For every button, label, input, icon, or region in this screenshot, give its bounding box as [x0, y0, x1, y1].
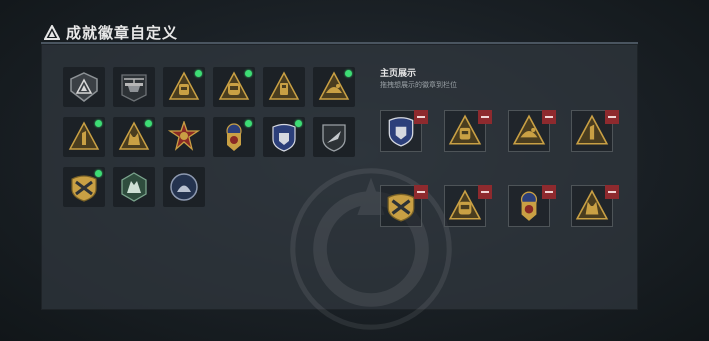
display-section-hint: 拖拽想展示的徽章到栏位 [380, 82, 457, 89]
watermark-emblem-icon [290, 168, 452, 330]
pyramid-gray-badge-icon [70, 72, 98, 102]
new-indicator-dot [295, 120, 302, 127]
minus-icon [545, 116, 553, 118]
badge-slot[interactable] [213, 67, 255, 107]
minus-icon [608, 116, 616, 118]
cross-medal-badge-icon [168, 121, 200, 151]
display-slot[interactable] [571, 110, 619, 152]
badge-slot[interactable] [313, 67, 355, 107]
remove-badge-button[interactable] [478, 110, 492, 124]
display-slot[interactable] [380, 110, 428, 152]
remove-badge-button[interactable] [605, 110, 619, 124]
badge-slot[interactable] [63, 67, 105, 107]
wolf-hex-badge-icon [121, 172, 147, 202]
minus-icon [481, 116, 489, 118]
new-indicator-dot [345, 70, 352, 77]
police-shield-badge-icon [388, 117, 414, 147]
new-indicator-dot [95, 170, 102, 177]
triangle-logo-icon [44, 24, 60, 40]
rank-one-badge-icon [575, 114, 609, 145]
badge-slot[interactable] [163, 167, 205, 207]
display-slot[interactable] [380, 185, 428, 227]
badge-slot[interactable] [213, 117, 255, 157]
page-title: 成就徽章自定义 [66, 25, 179, 42]
badge-slot[interactable] [113, 67, 155, 107]
new-indicator-dot [245, 120, 252, 127]
new-indicator-dot [95, 120, 102, 127]
minus-icon [608, 191, 616, 193]
sword-shield-badge-icon [387, 193, 415, 222]
remove-badge-button[interactable] [414, 185, 428, 199]
badge-slot[interactable] [63, 117, 105, 157]
remove-badge-button[interactable] [605, 185, 619, 199]
new-indicator-dot [145, 120, 152, 127]
badge-slot[interactable] [313, 117, 355, 157]
page-header: 成就徽章自定义 [44, 22, 178, 43]
helmet-gold-badge-icon [448, 189, 482, 220]
remove-badge-button[interactable] [542, 110, 556, 124]
badge-slot[interactable] [263, 117, 305, 157]
backpack-gold-badge-icon [448, 114, 482, 145]
remove-badge-button[interactable] [478, 185, 492, 199]
display-slot[interactable] [508, 185, 556, 227]
badge-slot[interactable] [113, 167, 155, 207]
display-slot[interactable] [444, 110, 492, 152]
display-slot[interactable] [444, 185, 492, 227]
minus-icon [481, 191, 489, 193]
police-emblem-badge-icon [520, 191, 538, 221]
badge-slot[interactable] [163, 117, 205, 157]
helicopter-badge-icon [121, 74, 147, 102]
display-slot[interactable] [571, 185, 619, 227]
display-slot[interactable] [508, 110, 556, 152]
badge-slot[interactable] [163, 67, 205, 107]
remove-badge-button[interactable] [542, 185, 556, 199]
bear-round-badge-icon [170, 173, 198, 201]
falcon-shield-badge-icon [322, 124, 346, 152]
device-gold-badge-icon [268, 71, 300, 100]
minus-icon [417, 191, 425, 193]
cat-gold-badge-icon [575, 189, 609, 220]
remove-badge-button[interactable] [414, 110, 428, 124]
badge-slot[interactable] [113, 117, 155, 157]
new-indicator-dot [245, 70, 252, 77]
display-section-title: 主页展示 [380, 68, 417, 78]
minus-icon [417, 116, 425, 118]
bird-gold-badge-icon [512, 114, 546, 145]
minus-icon [545, 191, 553, 193]
new-indicator-dot [195, 70, 202, 77]
badge-slot[interactable] [63, 167, 105, 207]
badge-slot[interactable] [263, 67, 305, 107]
